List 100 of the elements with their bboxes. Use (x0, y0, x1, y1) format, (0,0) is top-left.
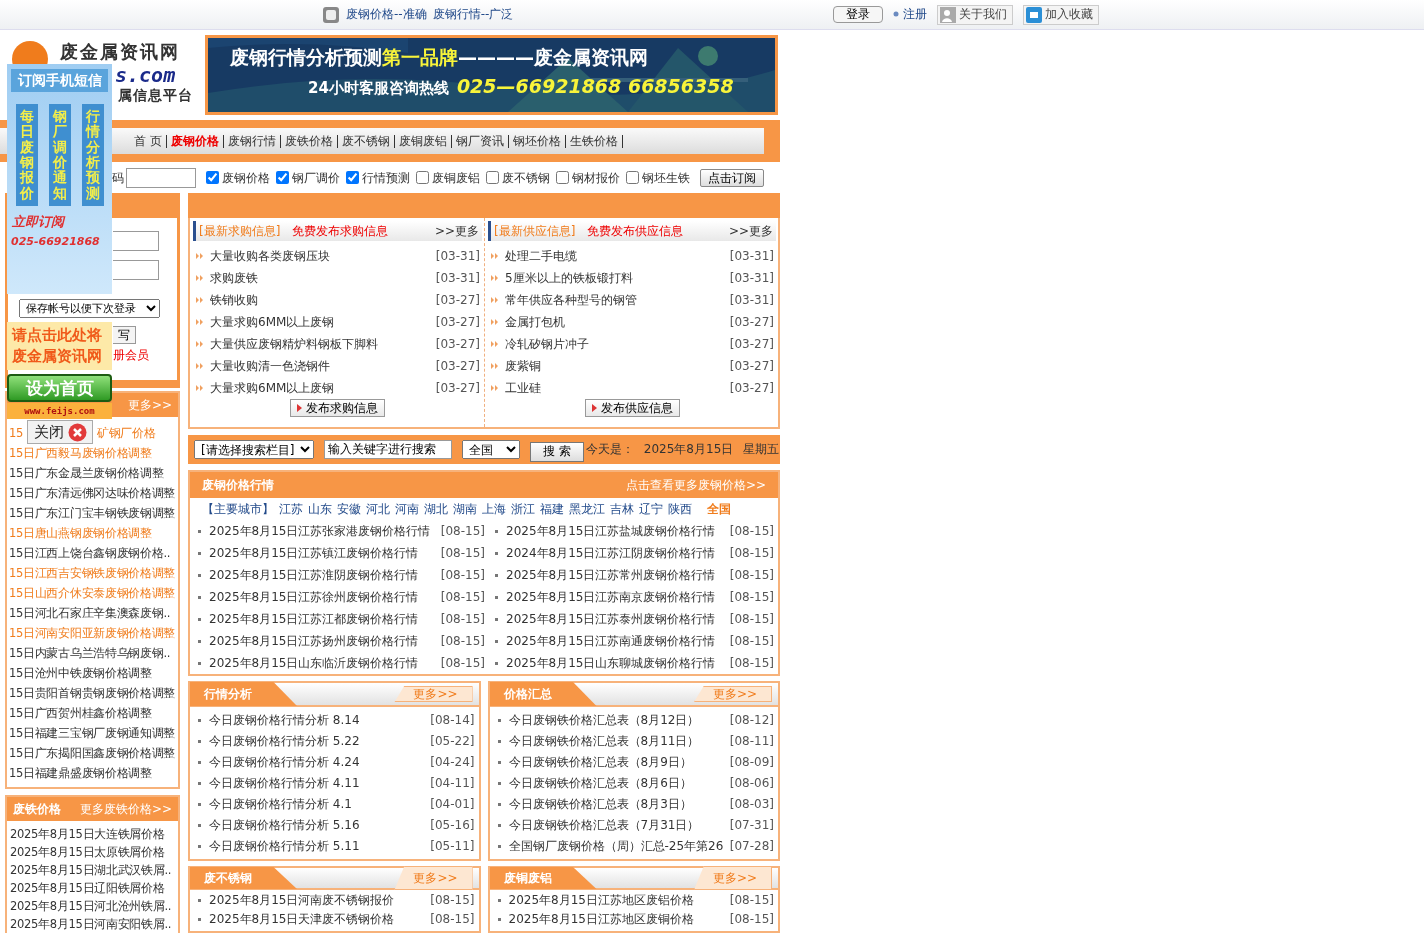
city-link[interactable]: 上海 (482, 501, 506, 517)
nav-link[interactable]: 废钢价格 (166, 133, 223, 149)
item-link[interactable]: 2025年8月15日江苏泰州废钢价格行情 (506, 611, 716, 627)
item-link[interactable]: 2025年8月15日江苏盐城废钢价格行情 (506, 523, 716, 539)
slogan-link[interactable]: 废钢行情--广泛 (432, 7, 514, 22)
item-link[interactable]: 常年供应各种型号的钢管 (505, 292, 637, 308)
login-button[interactable]: 写 (113, 326, 136, 345)
checkbox-option[interactable]: 钢材报价 (556, 170, 620, 186)
item-link[interactable]: 2025年8月15日天津废不锈钢价格 (209, 912, 395, 927)
news-link[interactable]: 15日江西上饶台鑫钢废钢价格.. (9, 543, 171, 563)
item-link[interactable]: 今日废钢价格行情分析 8.14 (209, 713, 360, 728)
post-button[interactable]: 发布求购信息 (290, 399, 385, 418)
checkbox-option[interactable]: 行情预测 (346, 170, 410, 186)
item-link[interactable]: 大量求购6MM以上废钢 (210, 314, 335, 330)
register-link[interactable]: 注册 (903, 7, 928, 22)
item-link[interactable]: 2025年8月15日江苏徐州废钢价格行情 (209, 589, 419, 605)
item-link[interactable]: 2025年8月15日山东聊城废钢价格行情 (506, 655, 716, 671)
news-link[interactable]: 15日福建三宝钢厂废钢通知调整 (9, 723, 176, 743)
checkbox-option[interactable]: 废铜废铝 (416, 170, 480, 186)
nav-link[interactable]: 钢厂资讯 (451, 133, 508, 149)
news-link[interactable]: 15日河北石家庄辛集澳森废钢.. (9, 603, 171, 623)
register-link[interactable]: 册会员 (113, 348, 177, 363)
news-link[interactable]: 15日福建鼎盛废钢价格调整 (9, 763, 152, 783)
username-field[interactable] (113, 231, 159, 251)
slogan-link[interactable]: 废钢价格--准确 (346, 7, 427, 22)
city-link[interactable]: 安徽 (337, 501, 361, 517)
item-link[interactable]: 求购废铁 (210, 270, 258, 286)
checkbox[interactable] (416, 171, 429, 185)
item-link[interactable]: 今日废钢价格行情分析 5.16 (209, 818, 360, 833)
checkbox-option[interactable]: 钢坯生铁 (626, 170, 690, 186)
item-link[interactable]: 金属打包机 (505, 314, 565, 330)
nav-link[interactable]: 首 页 (130, 133, 166, 149)
checkbox[interactable] (626, 171, 639, 185)
city-link[interactable]: 山东 (308, 501, 332, 517)
text-field[interactable] (126, 168, 196, 188)
item-link[interactable]: 工业硅 (505, 380, 541, 396)
item-link[interactable]: 冷轧矽钢片冲子 (505, 336, 589, 352)
checkbox-option[interactable]: 废不锈钢 (486, 170, 550, 186)
item-link[interactable]: 2025年8月15日江苏常州废钢价格行情 (506, 567, 716, 583)
item-link[interactable]: 铁销收购 (210, 292, 258, 308)
news-link[interactable]: 2025年8月15日湖北武汉铁屑.. (10, 861, 172, 879)
item-link[interactable]: 2025年8月15日山东临沂废钢价格行情 (209, 655, 419, 671)
news-link[interactable]: 15日广东江门宝丰钢铁废钢调整 (9, 503, 176, 523)
more-link[interactable]: >>更多 (434, 223, 479, 239)
nav-link[interactable]: 废不锈钢 (337, 133, 394, 149)
item-link[interactable]: 大量供应废钢精炉料钢板下脚料 (210, 336, 378, 352)
post-link[interactable]: 免费发布求购信息 (292, 223, 389, 239)
city-link[interactable]: 浙江 (511, 501, 535, 517)
checkbox[interactable] (276, 171, 289, 185)
checkbox-option[interactable]: 钢厂调价 (276, 170, 340, 186)
close-button[interactable]: 关闭 (27, 420, 93, 444)
item-link[interactable]: 5厘米以上的铁板锻打料 (505, 270, 633, 286)
city-link[interactable]: 河北 (366, 501, 390, 517)
item-link[interactable]: 2025年8月15日江苏扬州废钢价格行情 (209, 633, 419, 649)
remember-select[interactable]: 保存帐号以便下次登录 (19, 299, 160, 318)
region-select[interactable]: 全国 (462, 440, 520, 459)
item-link[interactable]: 2025年8月15日江苏地区废铜价格 (508, 912, 694, 927)
item-link[interactable]: 2025年8月15日河南废不锈钢报价 (209, 893, 395, 908)
nav-link[interactable]: 废铁价格 (280, 133, 337, 149)
post-link[interactable]: 免费发布供应信息 (587, 223, 684, 239)
item-link[interactable]: 废紫铜 (505, 358, 541, 374)
nav-link[interactable]: 生铁价格 (565, 133, 622, 149)
item-link[interactable]: 今日废钢价格行情分析 4.11 (209, 776, 360, 791)
item-link[interactable]: 2025年8月15日江苏地区废铝价格 (508, 893, 694, 908)
item-link[interactable]: 今日废钢铁价格汇总表（8月6日） (508, 776, 692, 791)
item-link[interactable]: 处理二手电缆 (505, 248, 577, 264)
city-link[interactable]: 陕西 (668, 501, 692, 517)
city-link[interactable]: 湖南 (453, 501, 477, 517)
checkbox-option[interactable]: 废钢价格 (206, 170, 270, 186)
item-link[interactable]: 大量收购各类废钢压块 (210, 248, 330, 264)
checkbox[interactable] (486, 171, 499, 185)
city-link[interactable]: 福建 (540, 501, 564, 517)
item-link[interactable]: 今日废钢铁价格汇总表（8月9日） (508, 755, 692, 770)
item-link[interactable]: 大量求购6MM以上废钢 (210, 380, 335, 396)
city-link[interactable]: 江苏 (279, 501, 303, 517)
city-link[interactable]: 辽宁 (639, 501, 663, 517)
city-link[interactable]: 湖北 (424, 501, 448, 517)
nav-link[interactable]: 钢坯价格 (508, 133, 565, 149)
item-link[interactable]: 2025年8月15日江苏南京废钢价格行情 (506, 589, 716, 605)
news-link[interactable]: 2025年8月15日河北沧州铁屑.. (10, 897, 172, 915)
item-link[interactable]: 大量收购清一色浇钢件 (210, 358, 330, 374)
news-link[interactable]: 2025年8月15日河南安阳铁屑.. (10, 915, 172, 933)
subscribe-button[interactable]: 点击订阅 (700, 168, 764, 188)
item-link[interactable]: 2025年8月15日江苏江都废钢价格行情 (209, 611, 419, 627)
item-link[interactable]: 今日废钢铁价格汇总表（8月12日） (508, 713, 700, 728)
keyword-field[interactable]: 输入关键字进行搜索 (324, 440, 452, 459)
news-link[interactable]: 15日贵阳首钢贵钢废钢价格调整 (9, 683, 176, 703)
password-field[interactable] (113, 260, 159, 280)
nav-link[interactable]: 废铜废铝 (394, 133, 451, 149)
item-link[interactable]: 2024年8月15日江苏江阴废钢价格行情 (506, 545, 716, 561)
column-select[interactable]: [请选择搜索栏目] (194, 440, 314, 459)
item-link[interactable]: 2025年8月15日江苏淮阴废钢价格行情 (209, 567, 419, 583)
item-link[interactable]: 今日废钢铁价格汇总表（7月31日） (508, 818, 700, 833)
about-link[interactable]: 关于我们 (937, 4, 1014, 25)
news-link[interactable]: 15日内蒙古乌兰浩特乌钢废钢.. (9, 643, 171, 663)
news-link[interactable]: 2025年8月15日大连铁屑价格 (10, 825, 165, 843)
checkbox[interactable] (346, 171, 359, 185)
item-link[interactable]: 全国钢厂废钢价格（周）汇总-25年第26 (508, 839, 724, 854)
news-link[interactable]: 15日沧州中铁废钢价格调整 (9, 663, 152, 683)
item-link[interactable]: 今日废钢价格行情分析 4.1 (209, 797, 352, 812)
